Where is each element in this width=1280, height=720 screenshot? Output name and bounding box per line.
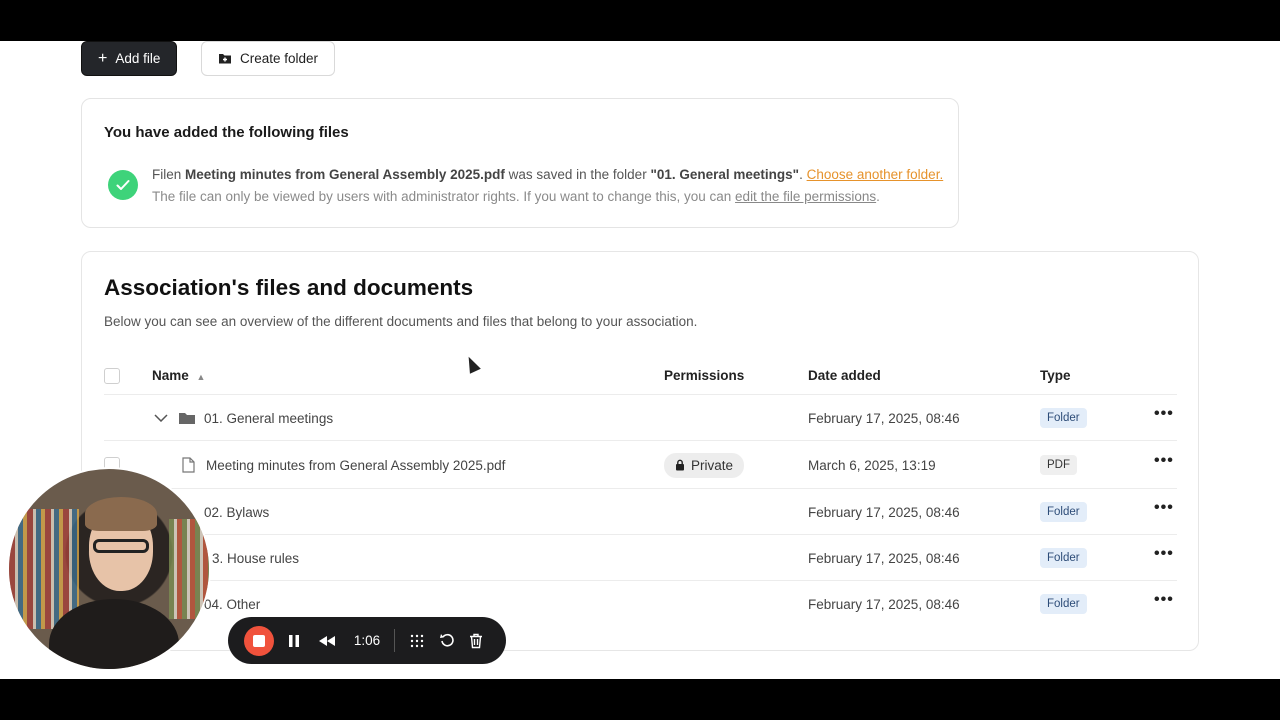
notice-permission-text: The file can only be viewed by users wit… xyxy=(152,189,736,204)
bookshelf-image-right xyxy=(169,519,209,619)
folder-plus-icon xyxy=(219,54,231,64)
pause-icon xyxy=(289,634,299,647)
select-all-checkbox[interactable] xyxy=(104,368,120,384)
upload-notice: You have added the following files Filen… xyxy=(81,98,959,228)
row-date: February 17, 2025, 08:46 xyxy=(808,550,960,566)
table-row[interactable]: Meeting minutes from General Assembly 20… xyxy=(104,441,1177,489)
permission-label: Private xyxy=(691,457,734,473)
files-title: Association's files and documents xyxy=(104,275,474,300)
notice-middle: was saved in the folder xyxy=(504,167,651,182)
column-permissions[interactable]: Permissions xyxy=(664,368,744,383)
column-name-label: Name xyxy=(152,368,189,383)
stop-icon xyxy=(253,635,265,647)
more-options-icon[interactable]: ••• xyxy=(1154,531,1174,577)
row-date: March 6, 2025, 13:19 xyxy=(808,457,936,473)
divider xyxy=(394,629,395,652)
row-name[interactable]: 01. General meetings xyxy=(204,395,333,441)
add-file-label: Add file xyxy=(115,51,161,66)
notice-suffix: . xyxy=(799,167,807,182)
rewind-button[interactable] xyxy=(317,617,337,664)
type-badge: Folder xyxy=(1040,408,1087,428)
recording-timer: 1:06 xyxy=(353,633,381,648)
row-date: February 17, 2025, 08:46 xyxy=(808,504,960,520)
file-icon xyxy=(182,441,195,489)
more-options-icon[interactable]: ••• xyxy=(1154,577,1174,623)
notice-file-name: Meeting minutes from General Assembly 20… xyxy=(185,167,505,182)
create-folder-label: Create folder xyxy=(240,51,319,66)
row-date: February 17, 2025, 08:46 xyxy=(808,596,960,612)
files-card: Association's files and documents Below … xyxy=(81,251,1199,651)
row-name[interactable]: Meeting minutes from General Assembly 20… xyxy=(206,441,505,489)
row-name[interactable]: 02. Bylaws xyxy=(204,489,269,535)
recording-controls: 1:06 xyxy=(228,617,506,664)
type-badge: Folder xyxy=(1040,548,1087,568)
table-header: Name ▲ Permissions Date added Type xyxy=(104,357,1177,395)
notice-prefix: Filen xyxy=(152,167,186,182)
delete-recording-button[interactable] xyxy=(467,617,485,664)
notice-line-1: Filen Meeting minutes from General Assem… xyxy=(152,167,943,182)
more-options-icon[interactable]: ••• xyxy=(1154,437,1174,485)
row-date: February 17, 2025, 08:46 xyxy=(808,410,960,426)
files-subtitle: Below you can see an overview of the dif… xyxy=(104,314,698,329)
more-options-icon[interactable]: ••• xyxy=(1154,391,1174,437)
presenter-glasses xyxy=(93,539,149,553)
success-check-icon xyxy=(108,170,138,200)
notice-line-2: The file can only be viewed by users wit… xyxy=(152,189,880,204)
column-type[interactable]: Type xyxy=(1040,368,1071,383)
rewind-icon xyxy=(319,635,335,646)
more-options-icon[interactable]: ••• xyxy=(1154,485,1174,531)
folder-icon xyxy=(178,395,196,441)
sort-ascending-icon: ▲ xyxy=(196,372,206,382)
webcam-bubble[interactable] xyxy=(7,467,211,671)
add-file-button[interactable]: + Add file xyxy=(81,41,178,76)
trash-icon xyxy=(470,633,482,648)
plus-icon: + xyxy=(98,49,108,67)
create-folder-button[interactable]: Create folder xyxy=(201,41,336,76)
column-date-added[interactable]: Date added xyxy=(808,368,881,383)
column-name[interactable]: Name ▲ xyxy=(152,368,205,383)
table-row[interactable]: 3. House rules February 17, 2025, 08:46 … xyxy=(104,535,1177,581)
edit-permissions-link[interactable]: edit the file permissions xyxy=(735,189,876,204)
notice-folder-name: "01. General meetings" xyxy=(650,167,800,182)
type-badge: Folder xyxy=(1040,594,1087,614)
notice-title: You have added the following files xyxy=(104,124,349,141)
presenter-hair xyxy=(85,497,157,531)
pause-button[interactable] xyxy=(286,617,302,664)
stop-recording-button[interactable] xyxy=(244,626,274,656)
draw-button[interactable] xyxy=(408,617,426,664)
table-row[interactable]: 02. Bylaws February 17, 2025, 08:46 Fold… xyxy=(104,489,1177,535)
restart-button[interactable] xyxy=(438,617,456,664)
lock-icon xyxy=(676,459,684,471)
chevron-down-icon[interactable] xyxy=(154,395,168,441)
restart-icon xyxy=(439,633,454,647)
grid-dots-icon xyxy=(410,634,424,647)
choose-folder-link[interactable]: Choose another folder. xyxy=(807,167,944,182)
table-row[interactable]: 01. General meetings February 17, 2025, … xyxy=(104,395,1177,441)
private-badge[interactable]: Private xyxy=(664,452,745,478)
row-name[interactable]: 3. House rules xyxy=(212,535,299,581)
type-badge: PDF xyxy=(1040,455,1077,475)
notice-period: . xyxy=(876,189,880,204)
type-badge: Folder xyxy=(1040,502,1087,522)
